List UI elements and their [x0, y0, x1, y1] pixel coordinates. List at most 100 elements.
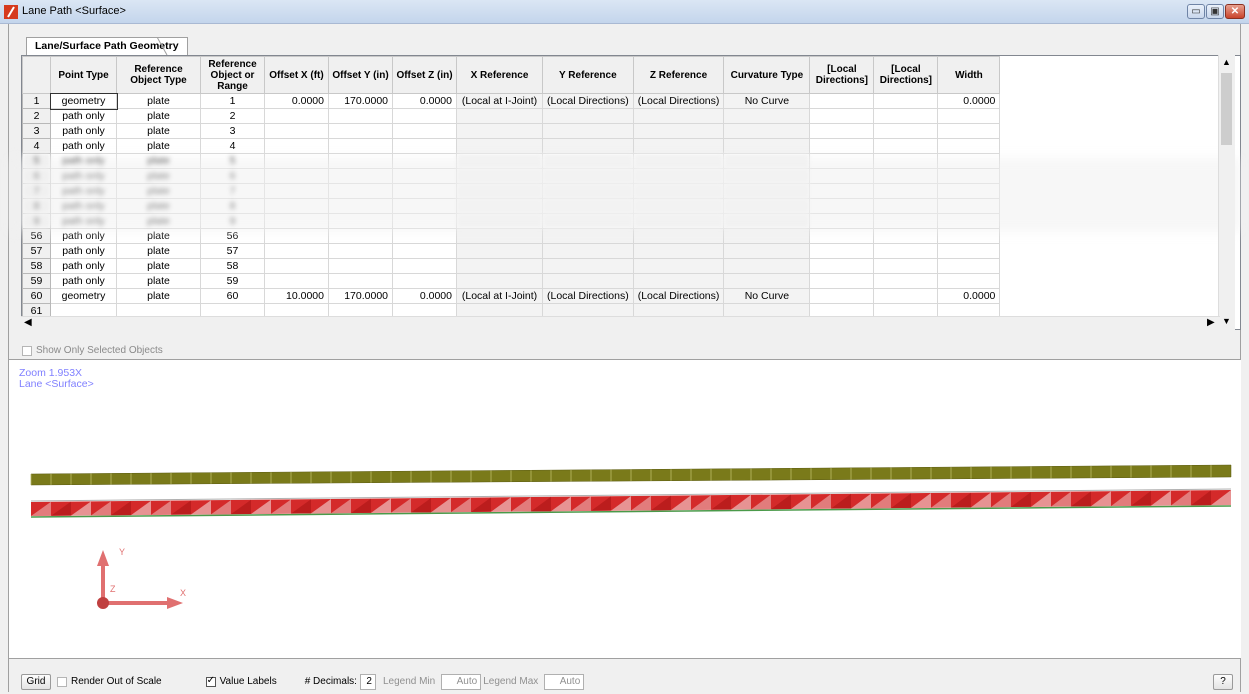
cell-offset-z[interactable] — [392, 273, 457, 289]
col-offset-x[interactable]: Offset X (ft) — [264, 56, 329, 94]
cell-ref-object-type[interactable]: plate — [116, 273, 201, 289]
cell-width[interactable] — [937, 273, 1001, 289]
cell-ref-object-range[interactable]: 58 — [200, 258, 265, 274]
cell-curvature-type[interactable] — [723, 123, 811, 139]
cell-curvature-type[interactable]: No Curve — [723, 93, 811, 109]
cell-offset-y[interactable] — [328, 123, 393, 139]
cell-x-reference[interactable] — [456, 273, 543, 289]
table-row[interactable]: 4 path only plate 4 — [22, 138, 1230, 154]
cell-z-reference[interactable] — [632, 138, 725, 154]
render-out-of-scale-checkbox[interactable] — [57, 676, 67, 687]
show-only-selected-checkbox[interactable] — [22, 345, 32, 356]
cell-z-reference[interactable] — [632, 123, 725, 139]
cell-local-dir-2[interactable] — [873, 243, 939, 259]
value-labels-checkbox[interactable]: ✓ — [205, 675, 216, 687]
cell-x-reference[interactable] — [456, 243, 543, 259]
cell-curvature-type[interactable] — [723, 258, 811, 274]
cell-local-dir-2[interactable] — [873, 123, 939, 139]
table-row[interactable]: 60 geometry plate 60 10.0000 170.0000 0.0000 (L… — [22, 288, 1230, 304]
scroll-down-arrow-icon[interactable]: ▼ — [1222, 316, 1231, 326]
cell-ref-object-type[interactable]: plate — [116, 108, 201, 124]
cell-ref-object-type[interactable]: plate — [116, 123, 201, 139]
cell-x-reference[interactable] — [456, 138, 543, 154]
cell-ref-object-type[interactable]: plate — [116, 243, 201, 259]
legend-min-input[interactable]: Auto — [441, 673, 482, 690]
col-y-reference[interactable]: Y Reference — [542, 56, 634, 94]
cell-width[interactable] — [937, 108, 1001, 124]
cell-curvature-type[interactable] — [723, 138, 811, 154]
cell-ref-object-range[interactable]: 2 — [200, 108, 265, 124]
cell-x-reference[interactable]: (Local at I-Joint) — [456, 93, 543, 109]
cell-curvature-type[interactable]: No Curve — [723, 288, 811, 304]
cell-offset-x[interactable] — [264, 273, 329, 289]
cell-ref-object-range[interactable]: 1 — [200, 93, 265, 109]
cell-offset-z[interactable] — [392, 138, 457, 154]
cell-curvature-type[interactable] — [723, 108, 811, 124]
cell-point-type[interactable]: path only — [50, 243, 117, 259]
cell-local-dir-1[interactable] — [809, 108, 875, 124]
cell-local-dir-1[interactable] — [809, 258, 875, 274]
cell-offset-y[interactable]: 170.0000 — [328, 93, 393, 109]
cell-offset-y[interactable] — [328, 108, 393, 124]
cell-offset-x[interactable] — [264, 123, 329, 139]
cell-offset-y[interactable] — [328, 273, 393, 289]
cell-local-dir-1[interactable] — [809, 93, 875, 109]
table-row[interactable]: 59 path only plate 59 — [22, 273, 1230, 289]
cell-x-reference[interactable] — [456, 123, 543, 139]
col-ref-object-type[interactable]: Reference Object Type — [116, 56, 201, 94]
col-curvature-type[interactable]: Curvature Type — [723, 56, 811, 94]
cell-ref-object-type[interactable]: plate — [116, 258, 201, 274]
vertical-scrollbar[interactable]: ▲ ▼ — [1218, 55, 1235, 330]
cell-offset-z[interactable]: 0.0000 — [392, 93, 457, 109]
cell-ref-object-type[interactable]: plate — [116, 138, 201, 154]
cell-x-reference[interactable]: (Local at I-Joint) — [456, 288, 543, 304]
cell-point-type[interactable]: path only — [50, 273, 117, 289]
row-number[interactable]: 2 — [22, 108, 51, 124]
col-local-directions-1[interactable]: [Local Directions] — [809, 56, 875, 94]
row-number[interactable]: 3 — [22, 123, 51, 139]
minimize-button[interactable]: ▭ — [1187, 4, 1205, 19]
table-row[interactable]: 1 geometry plate 1 0.0000 170.0000 0.0000 (Loca… — [22, 92, 1230, 110]
col-local-directions-2[interactable]: [Local Directions] — [873, 56, 939, 94]
cell-offset-z[interactable] — [392, 258, 457, 274]
cell-offset-y[interactable] — [328, 138, 393, 154]
cell-offset-x[interactable] — [264, 258, 329, 274]
legend-max-input[interactable]: Auto — [544, 673, 585, 690]
cell-y-reference[interactable] — [542, 108, 634, 124]
graphic-view[interactable]: Y Z X — [9, 359, 1241, 659]
cell-point-type[interactable]: path only — [50, 258, 117, 274]
cell-width[interactable]: 0.0000 — [937, 93, 1001, 109]
cell-offset-z[interactable] — [392, 123, 457, 139]
scroll-up-arrow-icon[interactable]: ▲ — [1222, 57, 1231, 67]
cell-offset-x[interactable] — [264, 108, 329, 124]
cell-local-dir-2[interactable] — [873, 108, 939, 124]
cell-offset-z[interactable] — [392, 243, 457, 259]
col-ref-object-range[interactable]: Reference Object or Range — [200, 56, 265, 94]
cell-z-reference[interactable] — [632, 273, 725, 289]
cell-curvature-type[interactable] — [723, 243, 811, 259]
col-point-type[interactable]: Point Type — [50, 56, 117, 94]
cell-ref-object-range[interactable]: 3 — [200, 123, 265, 139]
col-offset-y[interactable]: Offset Y (in) — [328, 56, 393, 94]
col-x-reference[interactable]: X Reference — [456, 56, 543, 94]
cell-local-dir-1[interactable] — [809, 138, 875, 154]
cell-local-dir-1[interactable] — [809, 123, 875, 139]
cell-y-reference[interactable] — [542, 243, 634, 259]
row-number[interactable]: 58 — [22, 258, 51, 274]
table-row[interactable]: 57 path only plate 57 — [22, 243, 1230, 259]
close-button[interactable]: ✕ — [1225, 4, 1245, 19]
grid-button[interactable]: Grid — [21, 673, 51, 690]
cell-local-dir-2[interactable] — [873, 288, 939, 304]
row-number[interactable]: 4 — [22, 138, 51, 154]
cell-point-type[interactable]: geometry — [49, 92, 118, 110]
scroll-left-arrow-icon[interactable]: ◀ — [24, 317, 32, 328]
cell-y-reference[interactable] — [542, 123, 634, 139]
table-row[interactable]: 3 path only plate 3 — [22, 123, 1230, 139]
cell-local-dir-1[interactable] — [809, 273, 875, 289]
cell-ref-object-type[interactable]: plate — [116, 288, 201, 304]
cell-point-type[interactable]: path only — [50, 108, 117, 124]
row-number[interactable]: 60 — [22, 288, 51, 304]
cell-z-reference[interactable] — [632, 243, 725, 259]
cell-local-dir-2[interactable] — [873, 273, 939, 289]
cell-ref-object-range[interactable]: 57 — [200, 243, 265, 259]
